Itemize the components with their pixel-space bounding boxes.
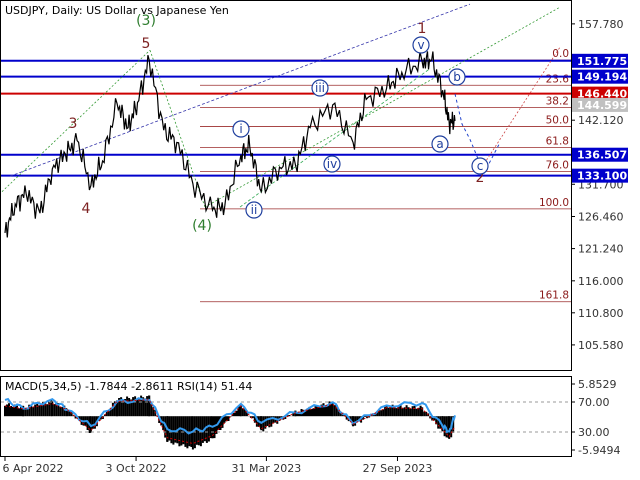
indicator-tick-label-1: 70.00 [578, 396, 610, 409]
indicator-tick-label-2: 30.00 [578, 426, 610, 439]
price-tick-label-8: 116.000 [578, 275, 624, 288]
price-series-line [4, 51, 456, 238]
fib-label-5: 76.0 [546, 159, 569, 171]
trend-line-channel-blue [9, 3, 471, 177]
price-label-4: 136.507 [577, 149, 627, 162]
wave-label-13: b [453, 70, 461, 84]
wave-label-12: a [436, 137, 443, 151]
wave-label-8: ii [251, 203, 258, 217]
indicator-tick-label-0: 5.8529 [578, 378, 617, 391]
indicator-axis: 5.8529 70.00 30.00 -5.9494 [571, 378, 620, 457]
fib-label-2: 38.2 [546, 95, 569, 107]
fib-label-6: 100.0 [539, 197, 569, 209]
wave-label-14: c [477, 159, 484, 173]
fib-label-1: 23.6 [546, 73, 570, 85]
trend-line-inner-green [239, 68, 431, 208]
date-tick-label-2: 31 Mar 2023 [232, 462, 302, 475]
macd-histogram [4, 395, 455, 450]
wave-label-1: 5 [142, 36, 151, 52]
chart-canvas: 0.023.638.250.061.876.0100.0161.8 (3)534… [0, 0, 628, 475]
wave-label-9: iii [315, 81, 325, 95]
price-axis: 157.780152.010146.440142.120136.820131.7… [571, 18, 624, 352]
date-tick-label-0: 6 Apr 2022 [2, 462, 63, 475]
price-tick-label-3: 142.120 [578, 114, 624, 127]
price-tick-label-6: 126.460 [578, 210, 624, 223]
trend-line-projection-red [479, 46, 561, 171]
indicator-panel: MACD(5,34,5) -1.7844 -2.8611 RSI(14) 51.… [0, 376, 572, 457]
wave-label-7: i [239, 122, 242, 136]
date-tick-label-1: 3 Oct 2022 [106, 462, 167, 475]
fib-label-0: 0.0 [552, 48, 569, 60]
price-tick-label-9: 110.800 [578, 307, 624, 320]
date-tick-label-3: 27 Sep 2023 [363, 462, 433, 475]
indicator-tick-label-3: -5.9494 [578, 444, 620, 457]
fib-label-7: 161.8 [539, 290, 569, 302]
main-panel: 0.023.638.250.061.876.0100.0161.8 (3)534… [0, 0, 572, 371]
price-label-3: 144.599 [577, 99, 627, 112]
price-label-0: 151.775 [577, 55, 627, 68]
wave-label-11: v [417, 38, 424, 52]
price-tick-label-10: 105.580 [578, 339, 624, 352]
fib-label-3: 50.0 [546, 114, 569, 126]
wave-label-4: (4) [192, 218, 212, 234]
wave-label-2: 3 [69, 116, 78, 132]
price-label-5: 133.100 [577, 170, 627, 183]
wave-label-10: iv [327, 157, 337, 171]
wave-label-3: 4 [82, 201, 91, 217]
date-axis: 6 Apr 2022 3 Oct 2022 31 Mar 2023 27 Sep 20… [2, 456, 432, 475]
level-lines [1, 59, 571, 177]
price-tick-label-0: 157.780 [578, 18, 624, 31]
fib-label-4: 61.8 [546, 135, 569, 147]
price-tick-label-7: 121.240 [578, 243, 624, 256]
wave-label-5: 1 [418, 21, 427, 37]
main-frame [0, 0, 572, 371]
indicator-header: MACD(5,34,5) -1.7844 -2.8611 RSI(14) 51.… [5, 380, 252, 393]
chart-header: USDJPY, Daily: US Dollar vs Japanese Yen [5, 4, 229, 17]
price-label-1: 149.194 [577, 71, 627, 84]
